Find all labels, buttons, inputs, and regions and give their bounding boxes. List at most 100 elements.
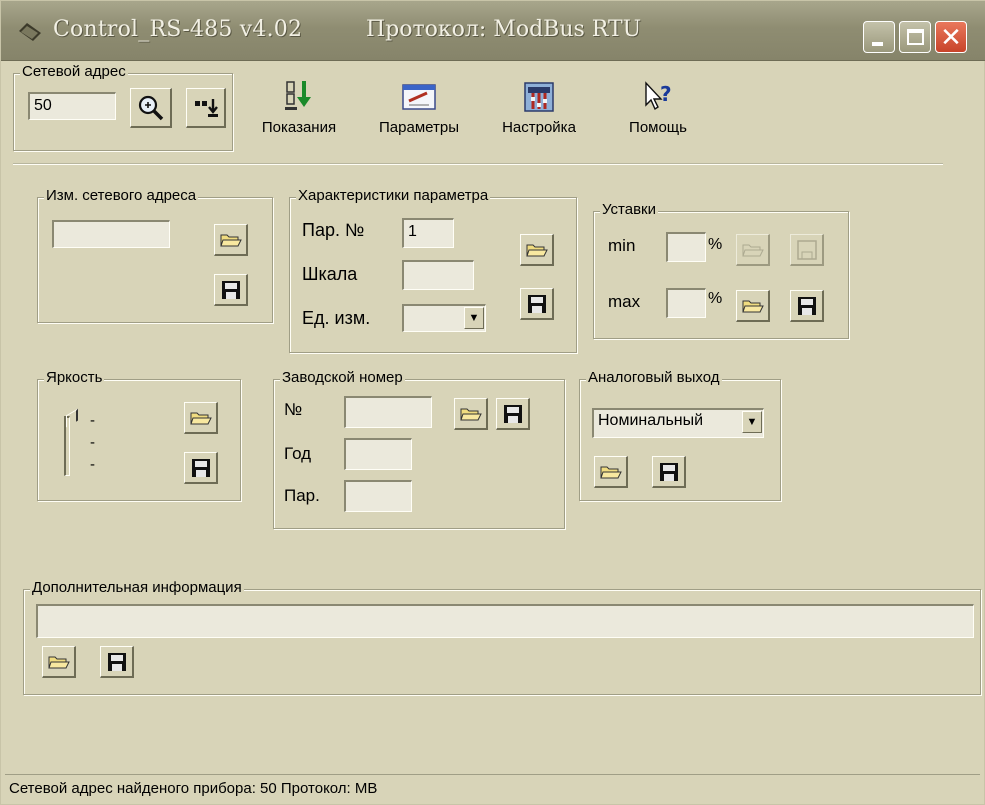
save-icon	[504, 405, 522, 423]
folder-open-icon	[460, 408, 482, 421]
folder-open-icon	[742, 300, 764, 313]
toolbar-parameters-label: Параметры	[379, 119, 459, 136]
setpoints-max-field[interactable]	[666, 288, 706, 318]
serial-open-button[interactable]	[454, 398, 488, 430]
serial-year-field[interactable]	[344, 438, 412, 470]
setpoints-min-field[interactable]	[666, 232, 706, 262]
extra-info-open-button[interactable]	[42, 646, 76, 678]
setpoints-min-open-button[interactable]	[736, 234, 770, 266]
brightness-tick-1: -	[90, 412, 95, 429]
param-num-field[interactable]: 1	[402, 218, 454, 248]
close-icon: ✕	[940, 22, 962, 52]
brightness-tick-3: -	[90, 456, 95, 473]
net-address-field[interactable]: 50	[28, 92, 116, 120]
param-group: Характеристики параметра Пар. № 1 Шкала …	[289, 187, 577, 353]
serial-num-field[interactable]	[344, 396, 432, 428]
chevron-down-icon[interactable]: ▼	[464, 307, 484, 329]
close-button[interactable]: ✕	[935, 21, 967, 53]
serial-year-label: Год	[284, 444, 312, 463]
param-unit-select[interactable]: ▼	[402, 304, 486, 332]
setpoints-max-save-button[interactable]	[790, 290, 824, 322]
setpoints-max-label: max	[608, 292, 641, 311]
change-address-open-button[interactable]	[214, 224, 248, 256]
extra-info-save-button[interactable]	[100, 646, 134, 678]
setpoints-min-percent: %	[708, 236, 723, 253]
setpoints-max-percent: %	[708, 290, 723, 307]
maximize-button[interactable]	[899, 21, 931, 53]
folder-open-icon	[220, 234, 242, 247]
serial-par-label: Пар.	[284, 486, 320, 505]
change-address-save-button[interactable]	[214, 274, 248, 306]
analog-mode-select[interactable]: Номинальный ▼	[592, 408, 764, 438]
change-address-legend: Изм. сетевого адреса	[44, 187, 199, 204]
setpoints-legend: Уставки	[600, 201, 658, 218]
toolbar-readings[interactable]: Показания	[244, 79, 354, 136]
status-bar: Сетевой адрес найденого прибора: 50 Прот…	[5, 774, 980, 802]
toolbar-readings-label: Показания	[261, 119, 337, 136]
param-num-label: Пар. №	[302, 220, 365, 240]
param-scale-field[interactable]	[402, 260, 474, 290]
save-icon	[797, 240, 817, 260]
brightness-slider[interactable]: - - -	[64, 408, 104, 482]
serial-num-label: №	[284, 400, 303, 419]
param-scale-label: Шкала	[302, 264, 358, 284]
title-bar[interactable]: Control_RS-485 v4.02 Протокол: ModBus RT…	[1, 1, 985, 61]
save-icon	[798, 297, 816, 315]
brightness-legend: Яркость	[44, 369, 105, 386]
param-open-button[interactable]	[520, 234, 554, 266]
analog-legend: Аналоговый выход	[586, 369, 722, 386]
extra-info-legend: Дополнительная информация	[30, 579, 244, 596]
transfer-button[interactable]	[186, 88, 226, 128]
search-device-button[interactable]	[130, 88, 172, 128]
status-text: Сетевой адрес найденого прибора: 50 Прот…	[9, 780, 378, 797]
parameters-icon	[402, 84, 436, 110]
change-address-group: Изм. сетевого адреса	[37, 187, 273, 323]
setpoints-min-save-button[interactable]	[790, 234, 824, 266]
toolbar-settings[interactable]: Настройка	[485, 79, 593, 136]
folder-open-icon	[526, 244, 548, 257]
brightness-tick-2: -	[90, 434, 95, 451]
chevron-down-icon[interactable]: ▼	[742, 411, 762, 433]
save-icon	[108, 653, 126, 671]
param-legend: Характеристики параметра	[296, 187, 491, 204]
extra-info-field[interactable]	[36, 604, 974, 638]
transfer-icon	[195, 99, 218, 117]
toolbar-parameters[interactable]: Параметры	[361, 79, 477, 136]
param-save-button[interactable]	[520, 288, 554, 320]
analog-save-button[interactable]	[652, 456, 686, 488]
change-address-field[interactable]	[52, 220, 170, 248]
serial-par-field[interactable]	[344, 480, 412, 512]
serial-save-button[interactable]	[496, 398, 530, 430]
serial-legend: Заводской номер	[280, 369, 405, 386]
settings-icon	[524, 82, 554, 112]
analog-group: Аналоговый выход Номинальный ▼	[579, 369, 781, 501]
save-icon	[222, 281, 240, 299]
setpoints-group: Уставки min % max %	[593, 201, 849, 339]
window-title: Control_RS-485 v4.02	[53, 17, 303, 42]
minimize-icon	[872, 42, 883, 46]
folder-open-icon	[190, 412, 212, 425]
folder-open-icon	[742, 244, 764, 257]
toolbar-help[interactable]: ? Помощь	[613, 79, 703, 136]
serial-group: Заводской номер № Год Пар.	[273, 369, 565, 529]
setpoints-max-open-button[interactable]	[736, 290, 770, 322]
toolbar-settings-label: Настройка	[502, 119, 576, 136]
param-unit-label: Ед. изм.	[302, 308, 371, 328]
save-icon	[192, 459, 210, 477]
analog-open-button[interactable]	[594, 456, 628, 488]
setpoints-min-label: min	[608, 236, 636, 255]
brightness-save-button[interactable]	[184, 452, 218, 484]
brightness-open-button[interactable]	[184, 402, 218, 434]
svg-text:?: ?	[660, 82, 672, 106]
folder-open-icon	[48, 656, 70, 669]
magnifier-icon	[138, 95, 164, 121]
brightness-group: Яркость - - -	[37, 369, 241, 501]
toolbar-help-label: Помощь	[629, 119, 687, 136]
extra-info-group: Дополнительная информация	[23, 579, 981, 695]
minimize-button[interactable]	[863, 21, 895, 53]
maximize-icon	[907, 29, 924, 45]
toolbar-separator	[13, 163, 943, 165]
analog-mode-value: Номинальный	[598, 412, 704, 429]
slider-thumb[interactable]	[66, 408, 78, 428]
save-icon	[660, 463, 678, 481]
